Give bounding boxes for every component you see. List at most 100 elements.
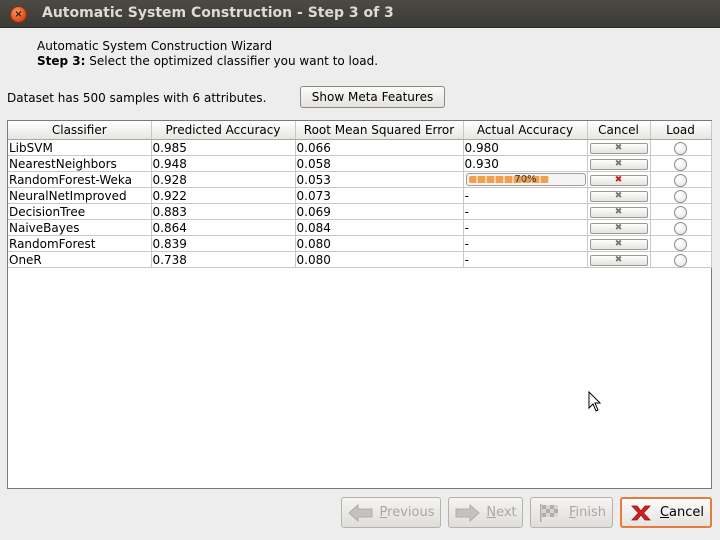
classifier-name: DecisionTree	[8, 203, 152, 220]
actual-accuracy: 0.930	[463, 155, 588, 172]
table-row[interactable]: NaiveBayes 0.864 0.084 - ✖	[8, 219, 712, 236]
column-header-classifier[interactable]: Classifier	[8, 121, 152, 140]
load-cell	[650, 251, 712, 268]
cancel-cell: ✖	[587, 251, 651, 268]
cancel-cell: ✖	[587, 187, 651, 204]
load-radio[interactable]	[674, 253, 687, 267]
window-title: Automatic System Construction - Step 3 o…	[42, 5, 394, 21]
load-radio[interactable]	[674, 221, 687, 235]
step-instruction: Step 3: Select the optimized classifier …	[37, 54, 378, 68]
column-header-load[interactable]: Load	[650, 121, 712, 140]
load-radio[interactable]	[674, 157, 687, 171]
x-icon: ✖	[614, 222, 623, 233]
mouse-cursor-icon	[588, 391, 602, 412]
classifier-name: NearestNeighbors	[8, 155, 152, 172]
predicted-accuracy: 0.948	[151, 155, 296, 172]
load-radio[interactable]	[674, 205, 687, 219]
predicted-accuracy: 0.839	[151, 235, 296, 252]
cancel-cell: ✖	[587, 171, 651, 188]
predicted-accuracy: 0.864	[151, 219, 296, 236]
cancel-button[interactable]: Cancel	[620, 497, 712, 528]
classifier-name: RandomForest-Weka	[8, 171, 152, 188]
classifier-name: NeuralNetImproved	[8, 187, 152, 204]
close-icon: ×	[14, 9, 23, 20]
title-bar[interactable]: × Automatic System Construction - Step 3…	[0, 0, 720, 28]
load-radio[interactable]	[674, 141, 687, 155]
x-icon: ✖	[614, 142, 623, 153]
classifier-table-container[interactable]: Classifier Predicted Accuracy Root Mean …	[7, 120, 712, 489]
cancel-row-button[interactable]: ✖	[589, 254, 648, 266]
table-row[interactable]: DecisionTree 0.883 0.069 - ✖	[8, 203, 712, 220]
cancel-row-button[interactable]: ✖	[589, 238, 648, 250]
actual-accuracy: -	[463, 235, 588, 252]
next-label: Next	[486, 505, 517, 520]
cancel-cell: ✖	[587, 155, 651, 172]
show-meta-features-button[interactable]: Show Meta Features	[300, 86, 445, 108]
window-close-button[interactable]: ×	[10, 6, 27, 23]
arrow-left-icon	[347, 503, 373, 522]
cancel-row-button[interactable]: ✖	[589, 222, 648, 234]
column-header-predicted-accuracy[interactable]: Predicted Accuracy	[151, 121, 296, 140]
wizard-name: Automatic System Construction Wizard	[37, 39, 273, 53]
table-row[interactable]: NearestNeighbors 0.948 0.058 0.930 ✖	[8, 155, 712, 172]
classifier-name: LibSVM	[8, 139, 152, 156]
load-cell	[650, 187, 712, 204]
table-row[interactable]: RandomForest-Weka 0.928 0.053 70% ✖	[8, 171, 712, 188]
column-header-actual-accuracy[interactable]: Actual Accuracy	[463, 121, 588, 140]
progress-label: 70%	[514, 174, 537, 185]
cancel-label: Cancel	[659, 505, 705, 520]
cancel-row-button[interactable]: ✖	[589, 190, 648, 202]
load-cell	[650, 219, 712, 236]
finish-button[interactable]: Finish	[530, 497, 613, 528]
checkered-flag-icon	[539, 503, 558, 522]
predicted-accuracy: 0.985	[151, 139, 296, 156]
rmse-value: 0.073	[295, 187, 464, 204]
actual-accuracy: 0.980	[463, 139, 588, 156]
cancel-row-button[interactable]: ✖	[589, 174, 648, 186]
previous-button[interactable]: Previous	[341, 497, 441, 528]
cancel-cell: ✖	[587, 219, 651, 236]
x-icon: ✖	[614, 190, 623, 201]
load-cell	[650, 203, 712, 220]
next-button[interactable]: Next	[448, 497, 523, 528]
load-radio[interactable]	[674, 237, 687, 251]
load-cell	[650, 155, 712, 172]
finish-label: Finish	[568, 505, 607, 520]
predicted-accuracy: 0.928	[151, 171, 296, 188]
x-icon: ✖	[614, 174, 623, 185]
actual-accuracy: -	[463, 203, 588, 220]
x-icon: ✖	[614, 158, 623, 169]
rmse-value: 0.080	[295, 235, 464, 252]
load-radio[interactable]	[674, 173, 687, 187]
classifier-name: RandomForest	[8, 235, 152, 252]
rmse-value: 0.080	[295, 251, 464, 268]
table-row[interactable]: LibSVM 0.985 0.066 0.980 ✖	[8, 139, 712, 156]
table-row[interactable]: RandomForest 0.839 0.080 - ✖	[8, 235, 712, 252]
cancel-row-button[interactable]: ✖	[589, 158, 648, 170]
rmse-value: 0.069	[295, 203, 464, 220]
table-header-row: Classifier Predicted Accuracy Root Mean …	[8, 121, 712, 140]
arrow-right-icon	[455, 503, 481, 522]
previous-label: Previous	[379, 505, 435, 520]
load-cell	[650, 171, 712, 188]
actual-accuracy-progress-cell: 70%	[463, 171, 588, 188]
rmse-value: 0.084	[295, 219, 464, 236]
cancel-row-button[interactable]: ✖	[589, 142, 648, 154]
x-icon: ✖	[614, 206, 623, 217]
x-icon: ✖	[614, 254, 623, 265]
column-header-rmse[interactable]: Root Mean Squared Error	[295, 121, 464, 140]
column-header-cancel[interactable]: Cancel	[587, 121, 651, 140]
predicted-accuracy: 0.922	[151, 187, 296, 204]
table-row[interactable]: OneR 0.738 0.080 - ✖	[8, 251, 712, 268]
cancel-row-button[interactable]: ✖	[589, 206, 648, 218]
dataset-info: Dataset has 500 samples with 6 attribute…	[7, 91, 267, 105]
load-radio[interactable]	[674, 189, 687, 203]
rmse-value: 0.058	[295, 155, 464, 172]
accuracy-progress-bar: 70%	[465, 173, 586, 186]
table-row[interactable]: NeuralNetImproved 0.922 0.073 - ✖	[8, 187, 712, 204]
rmse-value: 0.053	[295, 171, 464, 188]
load-cell	[650, 139, 712, 156]
red-x-icon	[631, 505, 651, 520]
predicted-accuracy: 0.883	[151, 203, 296, 220]
load-cell	[650, 235, 712, 252]
